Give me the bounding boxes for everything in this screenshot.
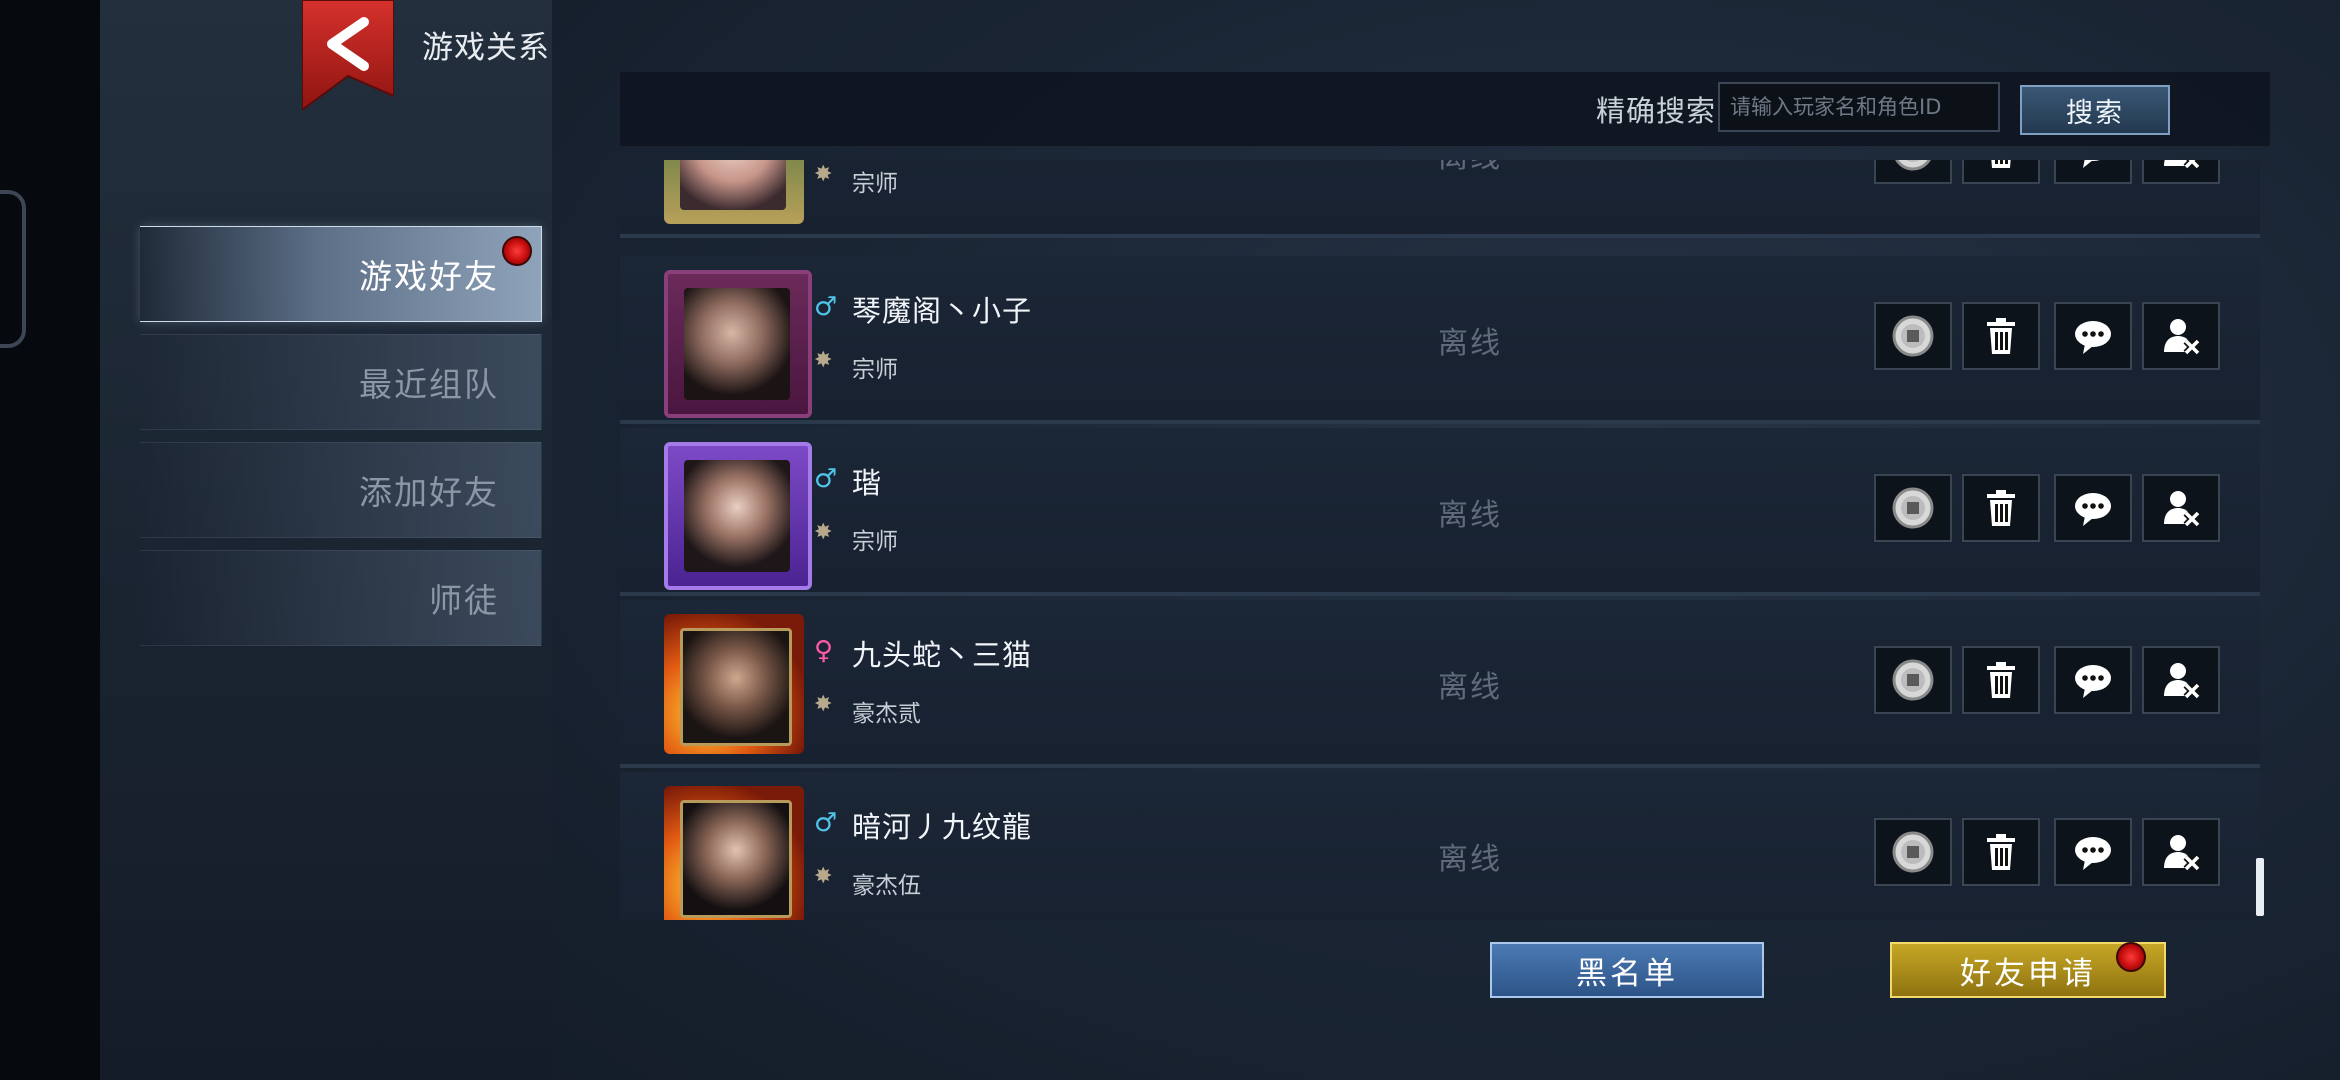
sidebar-item-label: 游戏好友 — [359, 257, 499, 296]
sidebar-item-label: 添加好友 — [359, 473, 499, 512]
trash-icon — [1987, 662, 2015, 698]
gift-coin-button[interactable] — [1874, 302, 1952, 370]
search-button[interactable]: 搜索 — [2020, 85, 2170, 135]
remove-friend-icon — [2164, 835, 2201, 872]
chat-bubble-icon — [2075, 321, 2111, 354]
sidebar-item-add-friend[interactable]: 添加好友 — [140, 442, 542, 538]
chat-bubble-icon — [2083, 160, 2100, 168]
friend-list[interactable]: ✸ 宗师 离线 ♂ ✸ 琴魔阁丶小子 宗师 离线 ♂ ✸ 瑎 宗师 离线 — [620, 160, 2260, 920]
avatar[interactable] — [664, 614, 804, 754]
gift-coin-button[interactable] — [1874, 818, 1952, 886]
table-row: ♀ ✸ 九头蛇丶三猫 豪杰贰 离线 — [620, 600, 2260, 768]
sidebar-item-mentorship[interactable]: 师徒 — [140, 550, 542, 646]
blacklist-button[interactable]: 黑名单 — [1490, 942, 1764, 998]
online-status: 离线 — [1438, 326, 1502, 361]
rank-icon: ✸ — [814, 864, 833, 889]
online-status: 离线 — [1438, 842, 1502, 877]
chat-button[interactable] — [2054, 818, 2132, 886]
delete-friend-button[interactable] — [1962, 818, 2040, 886]
coin-icon — [1892, 487, 1934, 529]
rank-icon: ✸ — [814, 162, 833, 187]
table-row: ♂ ✸ 瑎 宗师 离线 — [620, 428, 2260, 596]
gift-coin-button[interactable] — [1874, 474, 1952, 542]
page-title: 游戏关系 — [422, 30, 550, 66]
gender-icon: ♂ — [814, 808, 838, 838]
search-label: 精确搜索 — [1596, 94, 1717, 128]
avatar[interactable] — [664, 442, 812, 590]
rank-icon: ✸ — [814, 348, 833, 373]
gift-coin-button[interactable] — [1874, 646, 1952, 714]
sidebar-panel — [100, 0, 552, 1080]
rank-icon: ✸ — [814, 692, 833, 717]
search-input[interactable] — [1718, 82, 2000, 132]
sidebar-item-label: 师徒 — [429, 581, 499, 620]
chat-button[interactable] — [2054, 474, 2132, 542]
left-edge-strip — [0, 0, 100, 1080]
gender-icon: ♂ — [814, 464, 838, 494]
delete-friend-button[interactable] — [1962, 646, 2040, 714]
notification-dot — [502, 236, 532, 266]
player-rank: 宗师 — [852, 529, 898, 555]
coin-icon — [1892, 659, 1934, 701]
table-row: ♂ ✸ 琴魔阁丶小子 宗师 离线 — [620, 256, 2260, 424]
player-rank: 豪杰贰 — [852, 701, 921, 727]
online-status: 离线 — [1438, 670, 1502, 705]
player-name: 瑎 — [852, 466, 883, 500]
notification-dot — [2116, 942, 2146, 972]
trash-icon — [1991, 160, 2011, 168]
delete-friend-button[interactable] — [1962, 302, 2040, 370]
gender-icon: ♂ — [814, 292, 838, 322]
coin-icon — [1895, 160, 1931, 171]
delete-friend-button[interactable] — [1962, 474, 2040, 542]
sidebar-item-game-friends[interactable]: 游戏好友 — [140, 226, 542, 322]
remove-friend-button[interactable] — [2142, 646, 2220, 714]
remove-friend-icon — [2164, 160, 2201, 170]
gender-icon: ♀ — [814, 636, 834, 666]
remove-friend-button[interactable] — [2142, 818, 2220, 886]
sidebar-item-recent-team[interactable]: 最近组队 — [140, 334, 542, 430]
player-name: 九头蛇丶三猫 — [852, 638, 1033, 672]
delete-friend-button[interactable] — [1962, 160, 2040, 184]
rank-icon: ✸ — [814, 520, 833, 545]
remove-friend-button[interactable] — [2142, 302, 2220, 370]
table-row: ✸ 宗师 离线 — [620, 160, 2260, 238]
chat-bubble-icon — [2075, 665, 2111, 698]
avatar[interactable] — [664, 270, 812, 418]
coin-icon — [1892, 831, 1934, 873]
player-rank: 宗师 — [852, 171, 898, 197]
chat-button[interactable] — [2054, 302, 2132, 370]
gift-coin-button[interactable] — [1874, 160, 1952, 184]
chat-bubble-icon — [2075, 493, 2111, 526]
chat-bubble-icon — [2075, 837, 2111, 870]
edge-hex-decoration — [0, 190, 26, 348]
avatar[interactable] — [664, 786, 804, 920]
remove-friend-icon — [2164, 663, 2201, 700]
back-arrow-icon[interactable] — [302, 0, 394, 110]
player-name: 暗河丿九纹龍 — [852, 810, 1033, 844]
chat-button[interactable] — [2054, 646, 2132, 714]
remove-friend-button[interactable] — [2142, 474, 2220, 542]
online-status: 离线 — [1438, 498, 1502, 533]
player-rank: 宗师 — [852, 357, 898, 383]
player-rank: 豪杰伍 — [852, 873, 921, 899]
player-name: 琴魔阁丶小子 — [852, 294, 1033, 328]
remove-friend-icon — [2164, 319, 2201, 356]
trash-icon — [1987, 490, 2015, 526]
online-status: 离线 — [1438, 160, 1502, 176]
table-row: ♂ ✸ 暗河丿九纹龍 豪杰伍 离线 — [620, 772, 2260, 920]
remove-friend-button[interactable] — [2142, 160, 2220, 184]
remove-friend-icon — [2164, 491, 2201, 528]
coin-icon — [1892, 315, 1934, 357]
avatar[interactable] — [664, 160, 804, 224]
trash-icon — [1987, 318, 2015, 354]
list-scrollbar[interactable] — [2256, 858, 2264, 916]
trash-icon — [1987, 834, 2015, 870]
sidebar-item-label: 最近组队 — [359, 365, 499, 404]
chat-button[interactable] — [2054, 160, 2132, 184]
